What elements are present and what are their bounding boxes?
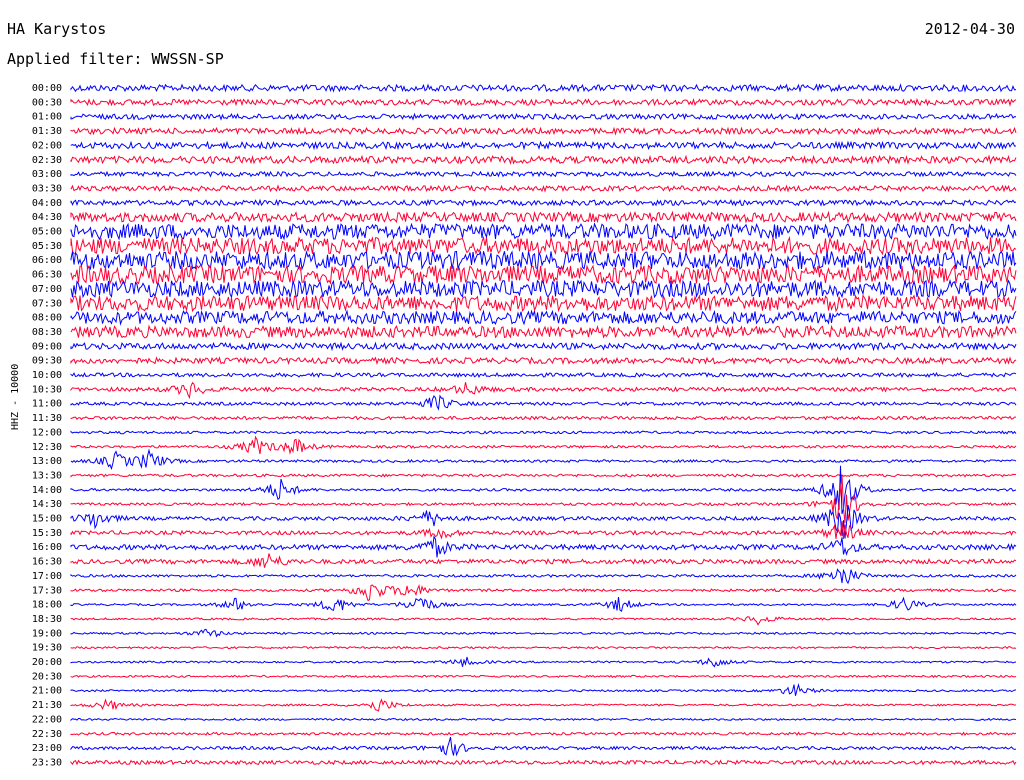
trace-line — [70, 698, 1017, 712]
trace-line — [70, 324, 1017, 340]
time-tick-label: 00:00 — [32, 83, 62, 94]
trace-line — [70, 235, 1017, 256]
time-tick-label: 10:30 — [32, 384, 62, 395]
time-tick-label: 15:00 — [32, 514, 62, 525]
trace-line — [70, 473, 1017, 478]
time-tick-label: 14:00 — [32, 485, 62, 496]
time-tick-label: 09:30 — [32, 356, 62, 367]
trace-line — [70, 736, 1017, 757]
time-tick-label: 05:30 — [32, 241, 62, 252]
time-tick-label: 19:30 — [32, 643, 62, 654]
time-tick-label: 07:30 — [32, 298, 62, 309]
time-tick-label: 15:30 — [32, 528, 62, 539]
time-tick-label: 02:30 — [32, 155, 62, 166]
time-tick-label: 03:30 — [32, 183, 62, 194]
time-tick-label: 21:00 — [32, 686, 62, 697]
trace-line — [70, 628, 1017, 638]
trace-line — [70, 210, 1017, 224]
time-tick-label: 16:00 — [32, 542, 62, 553]
trace-line — [70, 596, 1017, 613]
trace-line — [70, 646, 1017, 650]
trace-line — [70, 759, 1017, 766]
time-tick-label: 07:00 — [32, 284, 62, 295]
trace-line — [70, 198, 1017, 207]
time-tick-label: 18:30 — [32, 614, 62, 625]
time-tick-label: 12:00 — [32, 427, 62, 438]
trace-line — [70, 683, 1017, 696]
time-tick-label: 13:30 — [32, 470, 62, 481]
time-tick-label: 01:30 — [32, 126, 62, 137]
trace-line — [70, 112, 1017, 121]
trace-line — [70, 309, 1017, 326]
time-tick-label: 23:00 — [32, 743, 62, 754]
trace-line — [70, 263, 1017, 286]
trace-line — [70, 222, 1017, 241]
time-tick-label: 11:00 — [32, 399, 62, 410]
time-tick-label: 04:00 — [32, 198, 62, 209]
time-tick-label: 18:00 — [32, 600, 62, 611]
time-tick-label: 09:00 — [32, 341, 62, 352]
time-tick-label: 20:30 — [32, 671, 62, 682]
time-tick-label: 03:00 — [32, 169, 62, 180]
trace-line — [70, 430, 1017, 435]
trace-line — [70, 184, 1017, 193]
time-tick-label: 00:30 — [32, 97, 62, 108]
trace-line — [70, 126, 1017, 136]
trace-line — [70, 415, 1016, 421]
time-tick-label: 21:30 — [32, 700, 62, 711]
time-tick-label: 14:30 — [32, 499, 62, 510]
time-tick-label: 17:30 — [32, 585, 62, 596]
trace-line — [70, 394, 1017, 411]
helicorder-plot: 00:00 00:30 01:00 01:30 02:00 02:30 03:00 03:30… — [32, 83, 1017, 768]
trace-line — [70, 371, 1017, 379]
trace-line — [70, 717, 1017, 722]
time-tick-label: 22:30 — [32, 729, 62, 740]
trace-line — [70, 465, 1017, 515]
time-tick-label: 20:00 — [32, 657, 62, 668]
time-tick-label: 22:00 — [32, 714, 62, 725]
time-tick-label: 08:00 — [32, 313, 62, 324]
trace-line — [70, 674, 1017, 679]
trace-line — [70, 616, 1017, 626]
time-tick-label: 06:00 — [32, 255, 62, 266]
time-tick-label: 06:30 — [32, 270, 62, 281]
trace-line — [70, 356, 1017, 366]
trace-line — [70, 97, 1017, 107]
time-tick-label: 19:00 — [32, 628, 62, 639]
trace-line — [70, 535, 1017, 558]
trace-line — [70, 294, 1017, 313]
time-tick-label: 04:30 — [32, 212, 62, 223]
time-tick-label: 08:30 — [32, 327, 62, 338]
trace-line — [70, 553, 1017, 568]
trace-line — [70, 656, 1017, 668]
trace-line — [70, 584, 1017, 602]
time-tick-label: 01:00 — [32, 112, 62, 123]
trace-line — [70, 521, 1017, 540]
trace-line — [70, 448, 1017, 471]
trace-line — [70, 154, 1017, 165]
trace-line — [70, 249, 1017, 271]
time-tick-label: 02:00 — [32, 140, 62, 151]
time-tick-label: 11:30 — [32, 413, 62, 424]
trace-line — [70, 278, 1017, 299]
trace-line — [70, 341, 1017, 352]
time-tick-label: 13:00 — [32, 456, 62, 467]
trace-line — [70, 140, 1017, 151]
time-tick-label: 16:30 — [32, 557, 62, 568]
trace-line — [70, 475, 1017, 524]
trace-line — [70, 731, 1017, 736]
time-tick-label: 23:30 — [32, 757, 62, 768]
trace-line — [70, 568, 1017, 585]
trace-line — [70, 170, 1017, 178]
trace-line — [70, 381, 1017, 400]
trace-line — [70, 83, 1017, 93]
time-tick-label: 10:00 — [32, 370, 62, 381]
time-tick-label: 17:00 — [32, 571, 62, 582]
time-tick-label: 05:00 — [32, 227, 62, 238]
trace-line — [70, 435, 1017, 455]
time-tick-label: 12:30 — [32, 442, 62, 453]
